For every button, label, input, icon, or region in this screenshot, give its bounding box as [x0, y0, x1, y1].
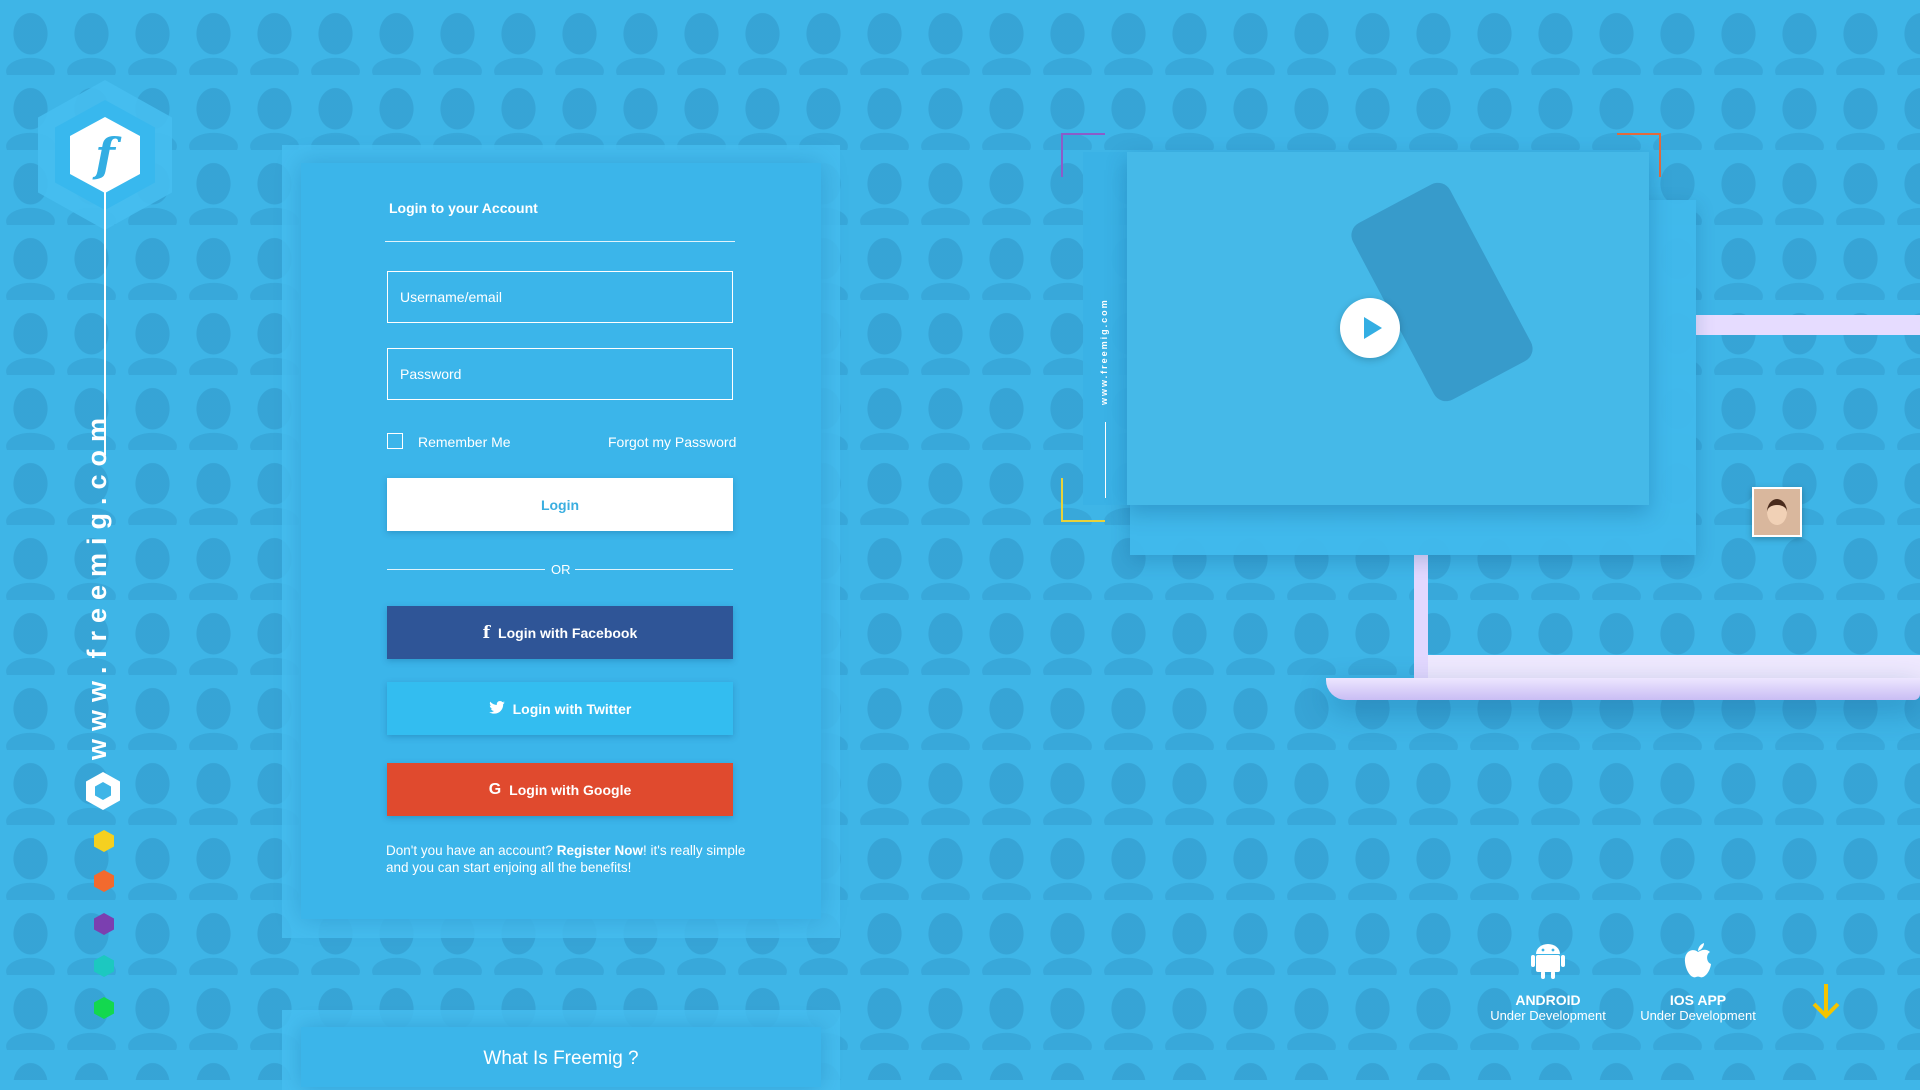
twitter-icon	[488, 700, 505, 717]
register-prefix: Don't you have an account?	[386, 843, 557, 858]
hex-nav-active-hole	[95, 782, 111, 800]
password-input[interactable]	[387, 348, 733, 400]
laptop-screen-edge	[1696, 315, 1920, 335]
title-underline	[385, 241, 735, 242]
login-button-label: Login	[540, 496, 580, 513]
ios-app-badge[interactable]: IOS APP Under Development	[1628, 942, 1768, 1023]
or-divider-right	[575, 569, 733, 570]
avatar-face	[1767, 499, 1787, 525]
register-prompt: Don't you have an account? Register Now!…	[386, 842, 766, 876]
facebook-login-button[interactable]: f Login with Facebook	[387, 606, 733, 659]
facebook-login-label: Login with Facebook	[498, 624, 638, 641]
google-icon: G	[488, 780, 502, 798]
forgot-password-link[interactable]: Forgot my Password	[608, 434, 736, 450]
facebook-icon: f	[482, 622, 491, 643]
ios-label: IOS APP	[1669, 992, 1727, 1008]
phone-illustration	[1346, 177, 1538, 407]
laptop-screen-side	[1414, 555, 1428, 680]
logo-letter: f	[95, 128, 115, 182]
login-button[interactable]: Login	[387, 478, 733, 531]
play-button[interactable]	[1340, 298, 1400, 358]
android-app-badge[interactable]: ANDROID Under Development	[1478, 942, 1618, 1023]
or-divider-left	[387, 569, 545, 570]
about-title: What Is Freemig ?	[483, 1048, 639, 1069]
android-label: ANDROID	[1515, 992, 1581, 1008]
google-login-label: Login with Google	[509, 781, 632, 798]
video-side-line	[1105, 422, 1106, 498]
remember-me-label[interactable]: Remember Me	[418, 434, 511, 450]
laptop-screen-base	[1428, 655, 1920, 678]
user-avatar-thumbnail	[1752, 487, 1802, 537]
login-title: Login to your Account	[389, 200, 538, 216]
vertical-site-url: www.freemig.com	[82, 409, 112, 760]
remember-me-checkbox[interactable]	[387, 433, 403, 449]
or-divider-label: OR	[551, 562, 571, 577]
google-login-button[interactable]: G Login with Google	[387, 763, 733, 816]
twitter-login-label: Login with Twitter	[512, 700, 632, 717]
apple-icon	[1628, 942, 1768, 988]
username-input[interactable]	[387, 271, 733, 323]
scroll-down-arrow-icon[interactable]	[1811, 982, 1841, 1027]
play-icon	[1363, 317, 1382, 339]
android-status: Under Development	[1490, 1008, 1606, 1023]
video-side-url: www.freemig.com	[1099, 298, 1109, 405]
laptop-base	[1326, 678, 1920, 700]
ios-status: Under Development	[1640, 1008, 1756, 1023]
android-icon	[1478, 942, 1618, 988]
twitter-login-button[interactable]: Login with Twitter	[387, 682, 733, 735]
register-now-link[interactable]: Register Now	[557, 843, 643, 858]
